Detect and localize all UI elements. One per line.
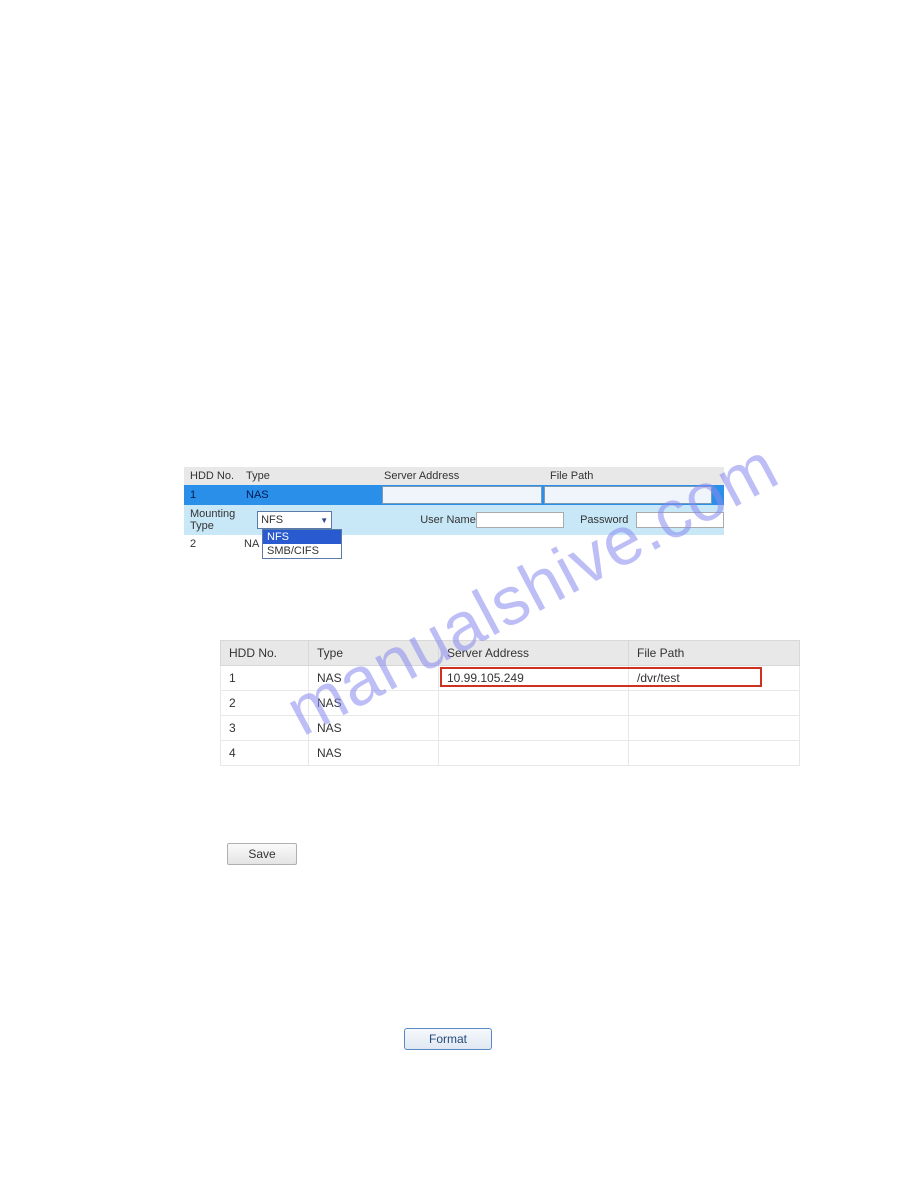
cell-hdd-no: 4 [221, 741, 309, 766]
save-button[interactable]: Save [227, 843, 297, 865]
username-label: User Name [420, 514, 476, 526]
username-input[interactable] [476, 512, 564, 528]
th-file-path: File Path [629, 641, 800, 666]
cell-file-path [629, 716, 800, 741]
chevron-down-icon: ▼ [320, 516, 328, 525]
cell-server-address: 10.99.105.249 [439, 666, 629, 691]
header-file-path: File Path [548, 470, 724, 482]
header-server-address: Server Address [382, 470, 548, 482]
header-hdd-no: HDD No. [184, 470, 244, 482]
th-type: Type [309, 641, 439, 666]
cell-type: NAS [309, 716, 439, 741]
server-address-input[interactable] [382, 486, 542, 504]
mounting-type-dropdown: NFS SMB/CIFS [262, 529, 342, 559]
cell-type: NAS [309, 741, 439, 766]
password-input[interactable] [636, 512, 724, 528]
nas-config-panel: HDD No. Type Server Address File Path 1 … [184, 467, 724, 553]
hdd-list-table: HDD No. Type Server Address File Path 1 … [220, 640, 800, 766]
row1-type: NAS [244, 489, 382, 501]
table-row[interactable]: 2 NAS [221, 691, 800, 716]
config-header-row: HDD No. Type Server Address File Path [184, 467, 724, 485]
cell-server-address [439, 716, 629, 741]
cell-hdd-no: 3 [221, 716, 309, 741]
cell-file-path [629, 741, 800, 766]
mounting-type-value: NFS [261, 514, 283, 526]
option-smb-cifs[interactable]: SMB/CIFS [263, 544, 341, 558]
cell-server-address [439, 741, 629, 766]
file-path-input[interactable] [544, 486, 712, 504]
table-row[interactable]: 4 NAS [221, 741, 800, 766]
header-type: Type [244, 470, 382, 482]
table-header-row: HDD No. Type Server Address File Path [221, 641, 800, 666]
cell-file-path: /dvr/test [629, 666, 800, 691]
cell-type: NAS [309, 666, 439, 691]
th-hdd-no: HDD No. [221, 641, 309, 666]
row2-hdd-no: 2 [184, 538, 244, 550]
password-label: Password [580, 514, 636, 526]
option-nfs[interactable]: NFS [263, 530, 341, 544]
row1-hdd-no: 1 [184, 489, 244, 501]
cell-hdd-no: 1 [221, 666, 309, 691]
cell-hdd-no: 2 [221, 691, 309, 716]
config-row-1[interactable]: 1 NAS [184, 485, 724, 505]
cell-file-path [629, 691, 800, 716]
table-row[interactable]: 3 NAS [221, 716, 800, 741]
format-button[interactable]: Format [404, 1028, 492, 1050]
table-row[interactable]: 1 NAS 10.99.105.249 /dvr/test [221, 666, 800, 691]
mounting-type-row: Mounting Type NFS ▼ NFS SMB/CIFS User Na… [184, 505, 724, 535]
mounting-type-label: Mounting Type [190, 508, 257, 532]
cell-type: NAS [309, 691, 439, 716]
cell-server-address [439, 691, 629, 716]
th-server-address: Server Address [439, 641, 629, 666]
mounting-type-select[interactable]: NFS ▼ [257, 511, 332, 529]
